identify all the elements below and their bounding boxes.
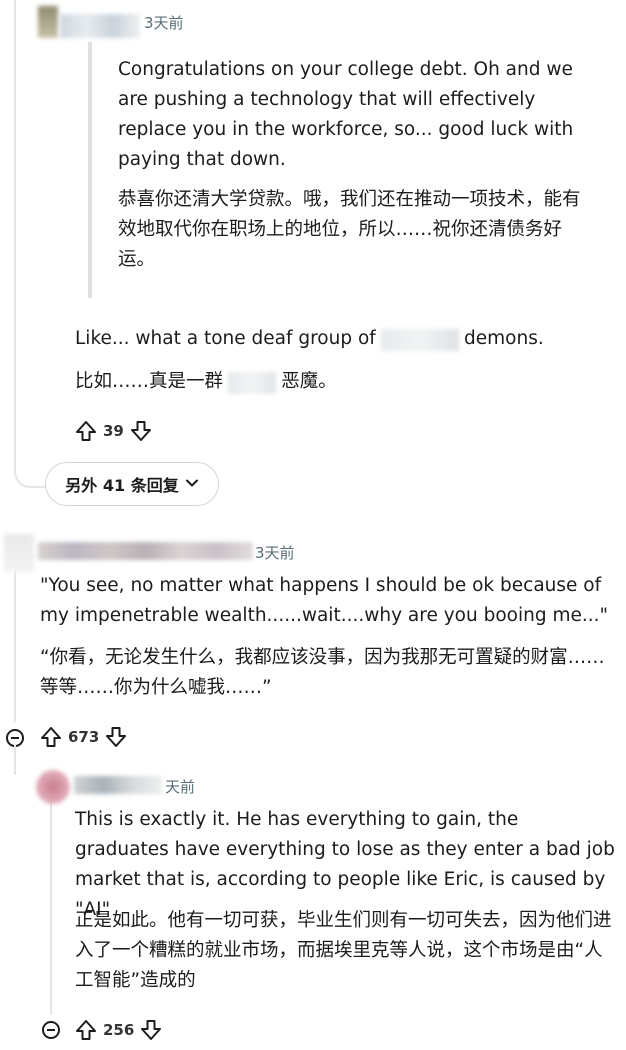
comment-1-body-en: Like... what a tone deaf group of demons…: [75, 324, 605, 354]
more-replies-label: 另外 41 条回复: [65, 476, 179, 495]
comment-3-vote-count: 256: [103, 1021, 135, 1039]
avatar-redacted-2[interactable]: [36, 770, 70, 804]
downvote-icon[interactable]: [130, 420, 152, 442]
comment-1-body-en-part2: demons.: [464, 328, 544, 349]
comment-2-body-zh: “你看，无论发生什么，我都应该没事，因为我那无可置疑的财富……等等……你为什么嘘…: [40, 647, 605, 698]
comment-2-vote-count: 673: [68, 728, 100, 746]
collapse-icon[interactable]: [42, 1021, 60, 1039]
quote-bar: [88, 42, 92, 298]
username-redacted-3: [38, 542, 253, 560]
thread-line-top-curve: [14, 458, 46, 488]
comment-1-vote-count: 39: [103, 422, 124, 440]
thread-line-comment2: [14, 560, 16, 722]
comment-2-time: 3天前: [255, 544, 295, 562]
comment-1-body-zh-part2: 恶魔。: [281, 371, 337, 392]
username-redacted[interactable]: [38, 6, 58, 38]
redacted-word-zh: [228, 371, 277, 394]
more-replies-button[interactable]: 另外 41 条回复: [45, 462, 219, 506]
reply-connector: [14, 745, 16, 775]
downvote-icon[interactable]: [140, 1019, 162, 1041]
comment-1-time: 3天前: [144, 14, 184, 32]
username-redacted-4: [74, 776, 162, 794]
upvote-icon[interactable]: [75, 420, 97, 442]
comment-3-vote-bar: 256: [75, 1019, 162, 1041]
chevron-down-icon: [185, 475, 199, 494]
upvote-icon[interactable]: [75, 1019, 97, 1041]
comment-1-body-zh-part1: 比如……真是一群: [75, 371, 224, 392]
redacted-word: [380, 328, 459, 351]
comment-1-quote-zh: 恭喜你还清大学贷款。哦，我们还在推动一项技术，能有效地取代你在职场上的地位，所以…: [118, 189, 581, 270]
comment-1-body-zh: 比如……真是一群 恶魔。: [75, 367, 605, 397]
avatar-redacted[interactable]: [4, 534, 34, 572]
downvote-icon[interactable]: [105, 726, 127, 748]
comment-3-time: 天前: [165, 778, 196, 796]
comment-1-body-en-part1: Like... what a tone deaf group of: [75, 328, 376, 349]
thread-line-comment3: [50, 800, 52, 1015]
comment-2-vote-bar: 673: [40, 726, 127, 748]
comment-1-vote-bar: 39: [75, 420, 152, 442]
comment-2-body-en: "You see, no matter what happens I shoul…: [40, 575, 608, 626]
username-redacted-2: [60, 14, 140, 38]
thread-line-top: [14, 0, 16, 460]
comment-1-quote-en: Congratulations on your college debt. Oh…: [118, 59, 574, 170]
upvote-icon[interactable]: [40, 726, 62, 748]
comment-3-body-zh: 正是如此。他有一切可获，毕业生们则有一切可失去，因为他们进入了一个糟糕的就业市场…: [75, 910, 612, 991]
